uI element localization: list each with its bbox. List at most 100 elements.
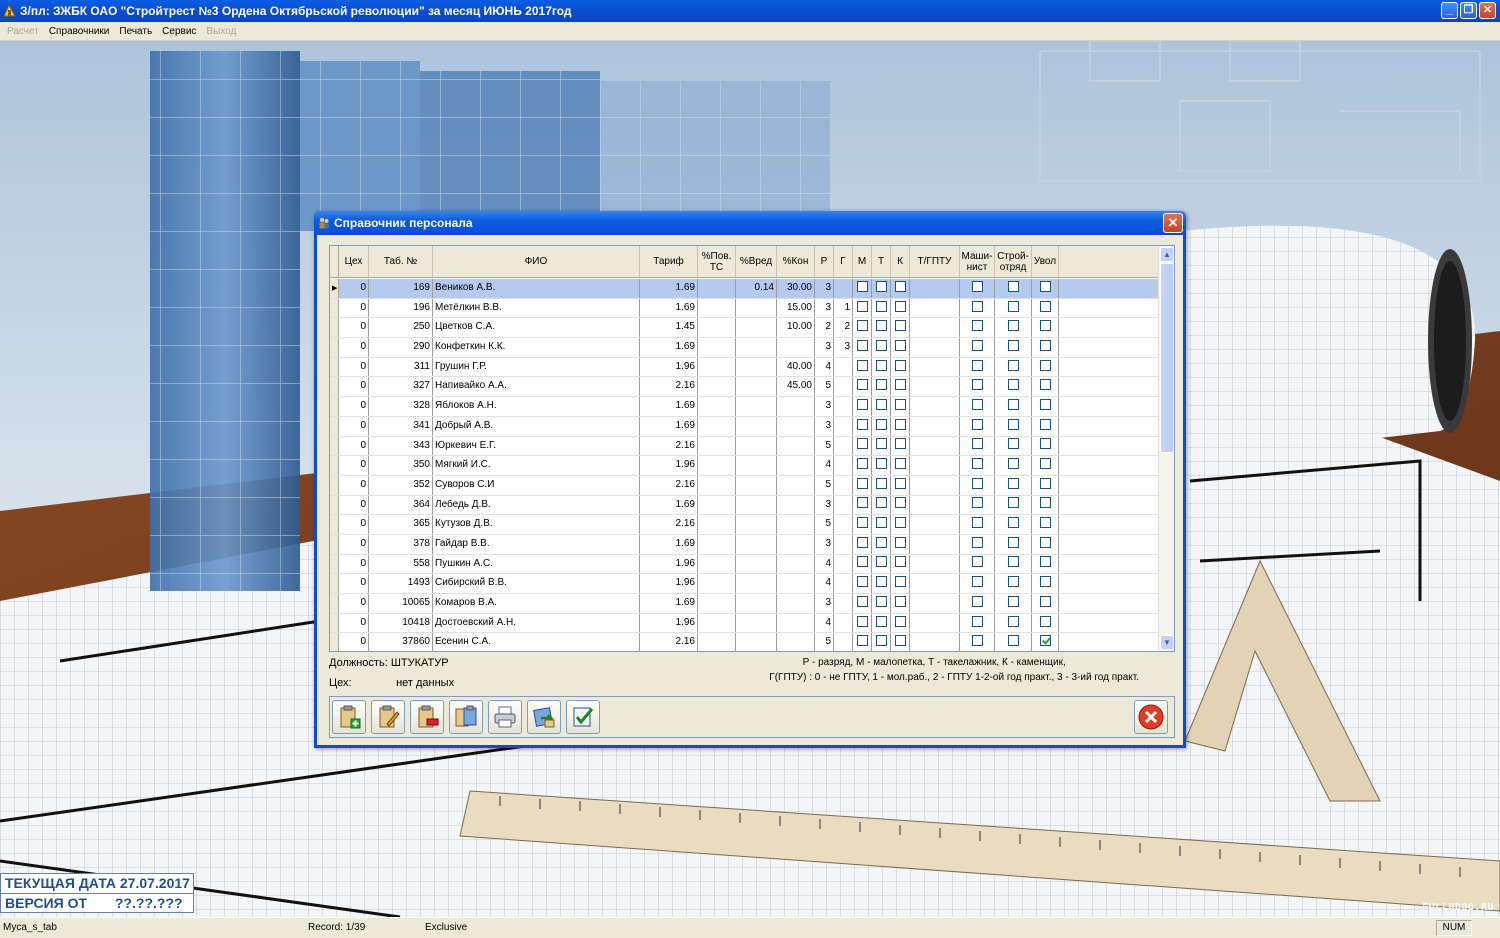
checkbox[interactable]	[856, 379, 868, 391]
cell-m[interactable]	[853, 318, 872, 338]
cell-kon[interactable]: 15.00	[777, 298, 815, 318]
cell-uvol[interactable]	[1032, 534, 1059, 554]
cell-stroyotryad[interactable]	[995, 515, 1032, 534]
cell-t[interactable]	[872, 436, 891, 456]
cell-fio[interactable]: Юркевич Е.Г.	[433, 436, 640, 456]
cell-kon[interactable]	[777, 515, 815, 534]
checkbox[interactable]	[856, 497, 868, 509]
cell-k[interactable]	[891, 397, 910, 416]
cell-uvol[interactable]	[1032, 338, 1059, 357]
row-indicator[interactable]	[330, 534, 339, 554]
cell-fio[interactable]: Гайдар В.В.	[433, 534, 640, 554]
checkbox[interactable]	[856, 339, 868, 351]
cell-stroyotryad[interactable]	[995, 574, 1032, 593]
cell-t[interactable]	[872, 495, 891, 515]
cell-tgptu[interactable]	[910, 357, 960, 377]
checkbox[interactable]	[971, 635, 983, 647]
cell-tgptu[interactable]	[910, 534, 960, 554]
cell-blank[interactable]	[1059, 299, 1158, 318]
cell-t[interactable]	[872, 279, 891, 298]
cell-pov[interactable]	[698, 357, 736, 377]
cell-tarif[interactable]: 2.16	[640, 475, 698, 495]
cell-k[interactable]	[891, 416, 910, 436]
cell-ceh[interactable]: 0	[339, 574, 369, 593]
checkbox[interactable]	[971, 576, 983, 588]
edit-record-button[interactable]	[371, 700, 405, 734]
cell-tab[interactable]: 327	[369, 377, 433, 397]
checkbox[interactable]	[1039, 556, 1051, 568]
checkbox[interactable]	[875, 497, 887, 509]
cell-kon[interactable]: 45.00	[777, 377, 815, 397]
cell-uvol[interactable]	[1032, 436, 1059, 456]
cell-tarif[interactable]: 1.96	[640, 613, 698, 633]
cell-k[interactable]	[891, 475, 910, 495]
checkbox[interactable]	[1007, 320, 1019, 332]
checkbox[interactable]	[875, 320, 887, 332]
checkbox[interactable]	[856, 320, 868, 332]
cell-mashinist[interactable]	[960, 397, 995, 416]
cell-tarif[interactable]: 1.45	[640, 318, 698, 338]
main-title-bar[interactable]: З/пл: ЗЖБК ОАО "Стройтрест №3 Ордена Окт…	[0, 0, 1500, 22]
col-header-kon[interactable]: %Кон	[777, 246, 815, 277]
checkbox[interactable]	[894, 615, 906, 627]
checkbox[interactable]	[1007, 379, 1019, 391]
menu-item-spravochniki[interactable]: Справочники	[44, 26, 115, 37]
cell-kon[interactable]	[777, 613, 815, 633]
table-row[interactable]: 0 378 Гайдар В.В. 1.69 3	[330, 534, 1158, 555]
cell-k[interactable]	[891, 436, 910, 456]
cell-pov[interactable]	[698, 554, 736, 574]
cell-tarif[interactable]: 1.69	[640, 534, 698, 554]
cell-mashinist[interactable]	[960, 574, 995, 593]
checkbox[interactable]	[1007, 497, 1019, 509]
cell-g[interactable]	[834, 594, 853, 613]
cell-mashinist[interactable]	[960, 633, 995, 651]
cell-tab[interactable]: 343	[369, 436, 433, 456]
cell-ceh[interactable]: 0	[339, 279, 369, 298]
checkbox[interactable]	[894, 477, 906, 489]
cell-vred[interactable]	[736, 554, 777, 574]
row-indicator[interactable]	[330, 633, 339, 651]
row-indicator[interactable]	[330, 416, 339, 436]
row-indicator[interactable]	[330, 318, 339, 338]
cell-vred[interactable]	[736, 377, 777, 397]
menu-item-vyhod[interactable]: Выход	[201, 26, 241, 37]
cell-stroyotryad[interactable]	[995, 613, 1032, 633]
cell-vred[interactable]	[736, 515, 777, 534]
cell-blank[interactable]	[1059, 574, 1158, 593]
cell-pov[interactable]	[698, 318, 736, 338]
cell-m[interactable]	[853, 357, 872, 377]
menu-item-pechat[interactable]: Печать	[114, 26, 157, 37]
cell-vred[interactable]	[736, 357, 777, 377]
checkbox[interactable]	[1007, 280, 1019, 292]
cell-k[interactable]	[891, 357, 910, 377]
table-row[interactable]: 0 365 Кутузов Д.В. 2.16 5	[330, 515, 1158, 535]
dialog-close-icon[interactable]: ✕	[1163, 213, 1183, 233]
cell-fio[interactable]: Достоевский А.Н.	[433, 613, 640, 633]
cell-kon[interactable]	[777, 574, 815, 593]
cell-tab[interactable]: 378	[369, 534, 433, 554]
cell-r[interactable]: 3	[815, 338, 834, 357]
cell-uvol[interactable]	[1032, 377, 1059, 397]
cell-ceh[interactable]: 0	[339, 613, 369, 633]
cell-k[interactable]	[891, 298, 910, 318]
cell-m[interactable]	[853, 475, 872, 495]
cell-tgptu[interactable]	[910, 554, 960, 574]
col-header-tarif[interactable]: Тариф	[640, 246, 698, 277]
cell-fio[interactable]: Яблоков А.Н.	[433, 397, 640, 416]
cell-ceh[interactable]: 0	[339, 475, 369, 495]
checkbox[interactable]	[856, 635, 868, 647]
cell-mashinist[interactable]	[960, 613, 995, 633]
cell-g[interactable]	[834, 416, 853, 436]
cell-vred[interactable]	[736, 613, 777, 633]
cell-g[interactable]	[834, 377, 853, 397]
checkbox[interactable]	[856, 517, 868, 529]
checkbox[interactable]	[856, 300, 868, 312]
scroll-down-icon[interactable]: ▼	[1160, 635, 1174, 650]
select-button[interactable]	[566, 700, 600, 734]
checkbox[interactable]	[856, 280, 868, 292]
cell-ceh[interactable]: 0	[339, 357, 369, 377]
cell-tab[interactable]: 352	[369, 475, 433, 495]
cell-stroyotryad[interactable]	[995, 456, 1032, 475]
cell-uvol[interactable]	[1032, 456, 1059, 475]
cell-m[interactable]	[853, 613, 872, 633]
